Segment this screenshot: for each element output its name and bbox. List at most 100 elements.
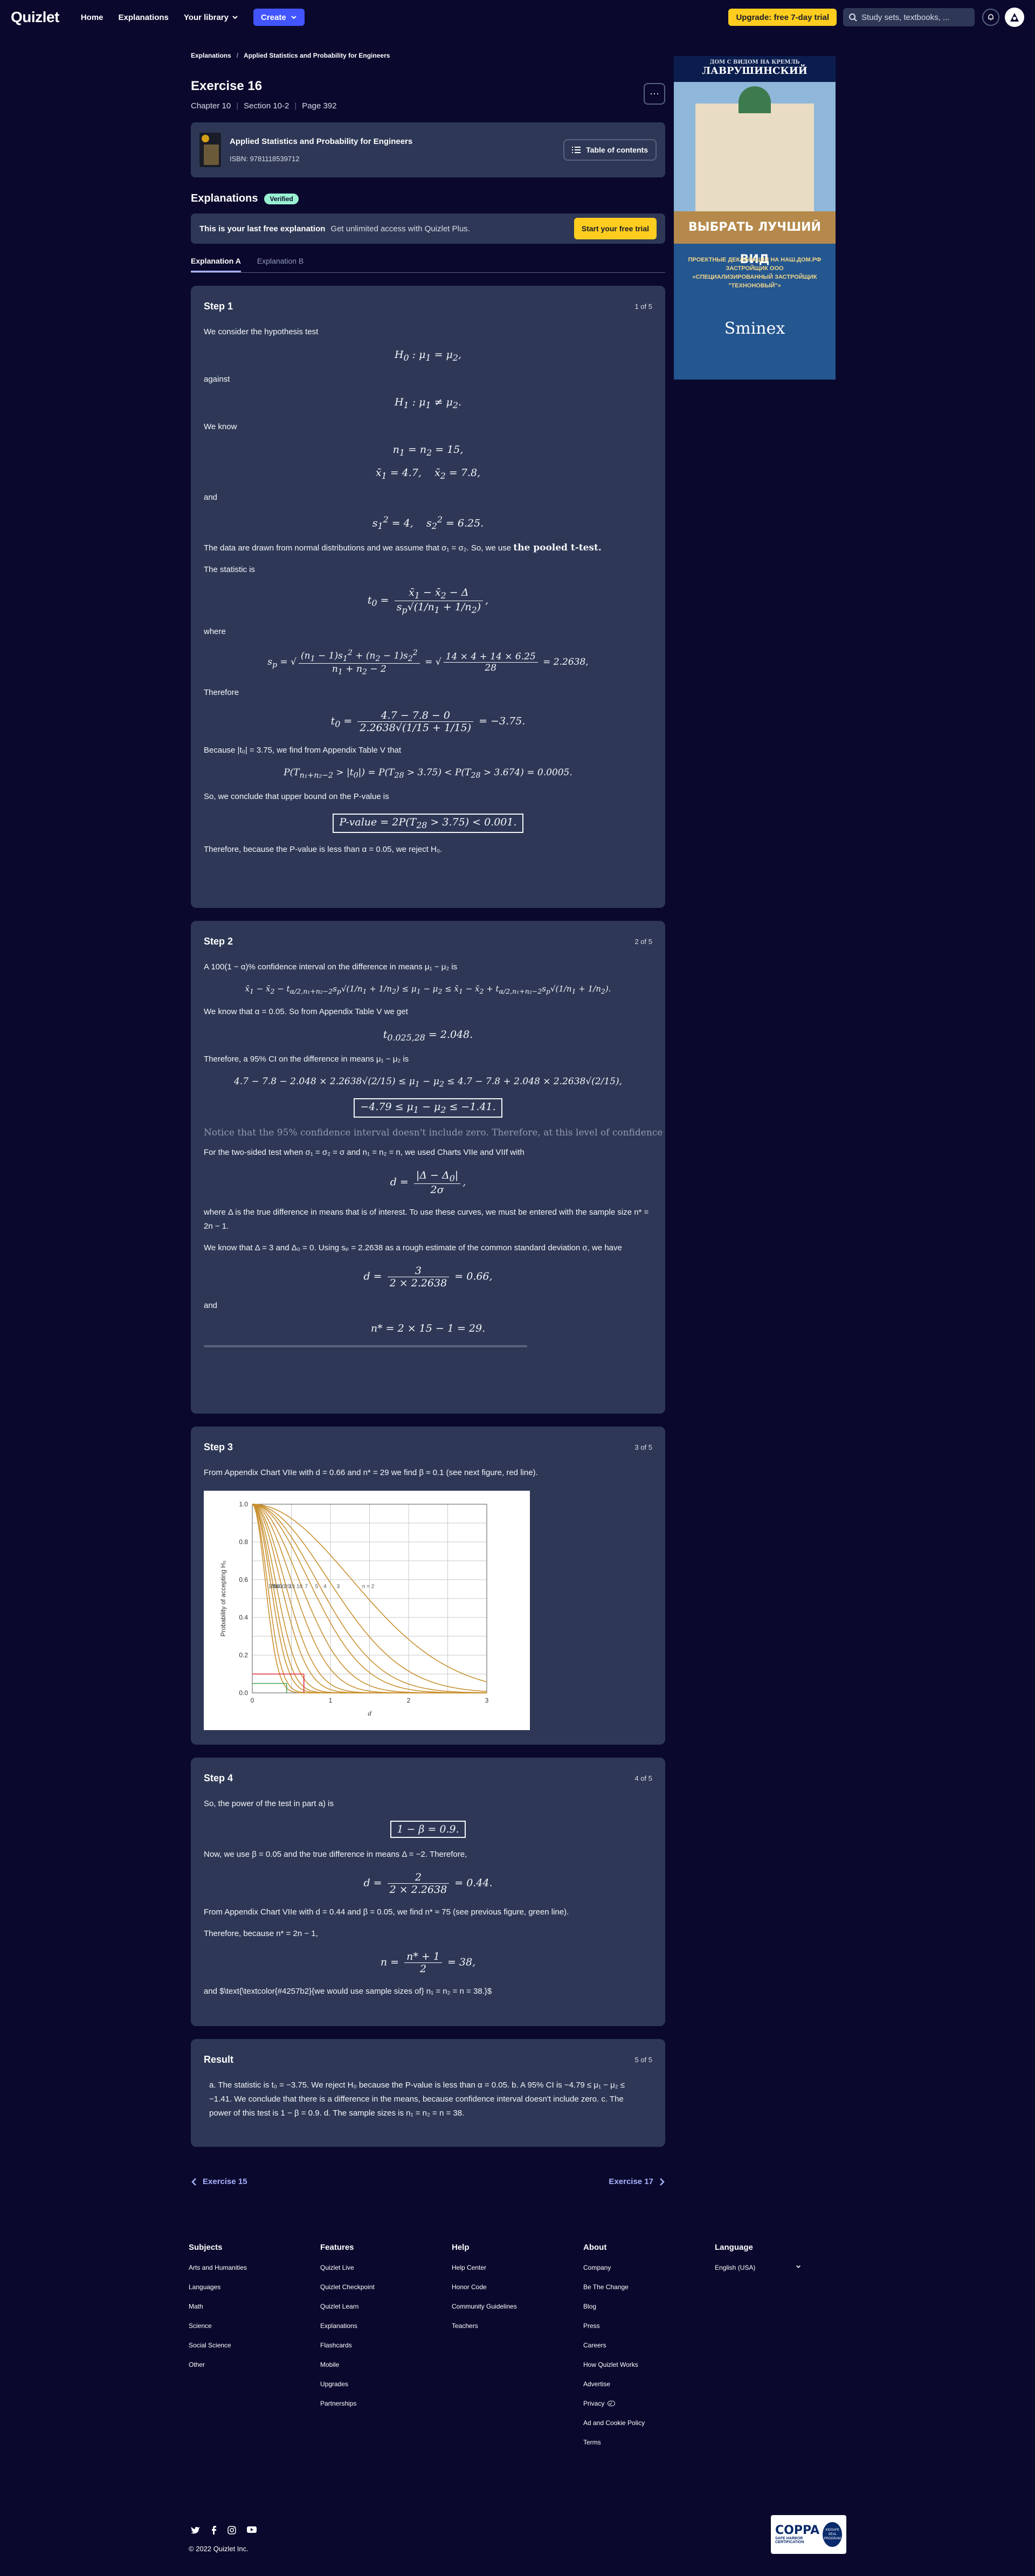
exercise-meta: Chapter 10 | Section 10-2 | Page 392	[191, 101, 337, 111]
step-title: Step 4	[204, 1773, 233, 1783]
footer-link[interactable]: Terms	[583, 2439, 715, 2446]
footer-link[interactable]: Advertise	[583, 2380, 715, 2388]
footer-link[interactable]: Honor Code	[452, 2283, 583, 2291]
book-title: Applied Statistics and Probability for E…	[230, 137, 413, 146]
book-card[interactable]: Applied Statistics and Probability for E…	[191, 122, 665, 177]
footer-link[interactable]: Careers	[583, 2341, 715, 2349]
footer-heading: Features	[320, 2243, 354, 2252]
upgrade-button[interactable]: Upgrade: free 7-day trial	[728, 9, 837, 26]
step-text: A 100(1 − α)% confidence interval on the…	[204, 962, 458, 972]
footer-link[interactable]: How Quizlet Works	[583, 2361, 715, 2368]
x-axis-label: d	[368, 1709, 371, 1717]
x-tick-label: 3	[485, 1697, 489, 1704]
footer-link[interactable]: Be The Change	[583, 2283, 715, 2291]
footer-link[interactable]: Science	[189, 2322, 320, 2330]
equation: d = 32 × 2.2638 = 0.66,	[363, 1264, 493, 1289]
footer-link[interactable]: Community Guidelines	[452, 2303, 583, 2310]
breadcrumb-book[interactable]: Applied Statistics and Probability for E…	[244, 52, 390, 59]
tab-explanation-a[interactable]: Explanation A	[191, 257, 241, 272]
facebook-icon[interactable]	[211, 2526, 217, 2534]
horizontal-scrollbar[interactable]	[204, 1345, 527, 1347]
exercise-header: Exercise 16 Chapter 10 | Section 10-2 | …	[191, 79, 665, 111]
privacy-options-icon	[608, 2401, 616, 2406]
ad-image	[674, 82, 836, 211]
exercise-section: Section 10-2	[244, 101, 289, 111]
advertisement[interactable]: ДОМ С ВИДОМ НА КРЕМЛЬ ЛАВРУШИНСКИЙ ВЫБРА…	[674, 56, 836, 380]
more-options-button[interactable]: ⋯	[644, 83, 665, 105]
start-trial-button[interactable]: Start your free trial	[574, 218, 657, 239]
step-text: We know that Δ = 3 and Δ₀ = 0. Using sₚ …	[204, 1243, 622, 1252]
table-of-contents-button[interactable]: Table of contents	[563, 139, 657, 161]
footer-link[interactable]: Teachers	[452, 2322, 583, 2330]
step-text: Therefore	[204, 688, 239, 698]
footer-link[interactable]: Partnerships	[320, 2400, 452, 2407]
book-cover	[199, 133, 221, 167]
footer-link[interactable]: Mobile	[320, 2361, 452, 2368]
coppa-title: COPPA	[775, 2524, 820, 2537]
chevron-down-icon	[232, 16, 238, 19]
footer-link[interactable]: Flashcards	[320, 2341, 452, 2349]
nav-explanations[interactable]: Explanations	[119, 13, 169, 22]
step-text: We consider the hypothesis test	[204, 327, 319, 336]
notice-text: Notice that the 95% confidence interval …	[204, 1127, 665, 1138]
y-tick-label: 1.0	[239, 1500, 248, 1508]
search-input[interactable]: Study sets, textbooks, ...	[843, 8, 975, 26]
promo-bold: This is your last free explanation	[199, 224, 326, 233]
footer-link[interactable]: Company	[583, 2264, 715, 2271]
notifications-button[interactable]	[982, 9, 999, 26]
footer-link[interactable]: Ad and Cookie Policy	[583, 2419, 715, 2427]
footer-link[interactable]: Quizlet Live	[320, 2264, 452, 2271]
footer-link[interactable]: Math	[189, 2303, 320, 2310]
avatar[interactable]	[1005, 8, 1024, 27]
coppa-badge[interactable]: COPPA SAFE HARBOR CERTIFICATION KIDSAFE …	[771, 2515, 846, 2554]
create-label: Create	[260, 12, 286, 22]
youtube-icon[interactable]	[247, 2526, 257, 2533]
footer-link[interactable]: Press	[583, 2322, 715, 2330]
toc-label: Table of contents	[586, 146, 648, 154]
language-select[interactable]: English (USA)	[715, 2264, 801, 2271]
equation: n = n* + 12 = 38,	[380, 1951, 476, 1975]
equation: t0 = 4.7 − 7.8 − 0 2.2638√(1/15 + 1/15) =…	[330, 710, 526, 734]
step-text-part: The data are drawn from normal distribut…	[204, 543, 512, 553]
ad-header: ДОМ С ВИДОМ НА КРЕМЛЬ ЛАВРУШИНСКИЙ	[674, 56, 836, 82]
ad-line2: ЛАВРУШИНСКИЙ	[702, 65, 808, 77]
footer-link[interactable]: Other	[189, 2361, 320, 2368]
meta-divider: |	[294, 101, 297, 111]
footer-link[interactable]: Arts and Humanities	[189, 2264, 320, 2271]
breadcrumb-explanations[interactable]: Explanations	[191, 52, 231, 59]
step-text: and $\text{\textcolor{#4257b2}{we would …	[204, 1987, 492, 1996]
footer-link[interactable]: Quizlet Learn	[320, 2303, 452, 2310]
quizlet-logo[interactable]: Quizlet	[11, 9, 59, 26]
tab-explanation-b[interactable]: Explanation B	[257, 257, 303, 272]
footer-heading: Language	[715, 2243, 753, 2252]
create-button[interactable]: Create	[253, 9, 305, 26]
footer-link[interactable]: Quizlet Checkpoint	[320, 2283, 452, 2291]
nav-library[interactable]: Your library	[184, 13, 238, 22]
step-text: where	[204, 626, 226, 636]
step-text: The statistic is	[204, 565, 256, 575]
nav-home[interactable]: Home	[81, 13, 104, 22]
step-text: So, the power of the test in part a) is	[204, 1799, 334, 1808]
instagram-icon[interactable]	[227, 2526, 236, 2534]
footer-link[interactable]: Help Center	[452, 2264, 583, 2271]
footer-link[interactable]: Social Science	[189, 2341, 320, 2349]
footer-link-privacy[interactable]: Privacy	[583, 2400, 715, 2407]
y-tick-label: 0.6	[239, 1576, 248, 1583]
step-title: Step 2	[204, 936, 233, 947]
page-title: Exercise 16	[191, 79, 263, 93]
chevron-down-icon	[291, 16, 296, 19]
footer-link[interactable]: Upgrades	[320, 2380, 452, 2388]
user-avatar-icon	[1010, 13, 1019, 22]
social-links	[191, 2526, 257, 2534]
coppa-subtitle: SAFE HARBOR CERTIFICATION	[775, 2537, 804, 2544]
next-exercise-link[interactable]: Exercise 17	[609, 2177, 665, 2186]
oc-curve-label: 10	[296, 1584, 303, 1590]
promo-banner: This is your last free explanation Get u…	[191, 213, 665, 244]
footer-link[interactable]: Languages	[189, 2283, 320, 2291]
prev-exercise-link[interactable]: Exercise 15	[191, 2177, 247, 2186]
footer-link[interactable]: Explanations	[320, 2322, 452, 2330]
list-icon	[572, 147, 581, 153]
footer-link[interactable]: Blog	[583, 2303, 715, 2310]
twitter-icon[interactable]	[191, 2526, 201, 2534]
step-count: 3 of 5	[634, 1443, 652, 1451]
